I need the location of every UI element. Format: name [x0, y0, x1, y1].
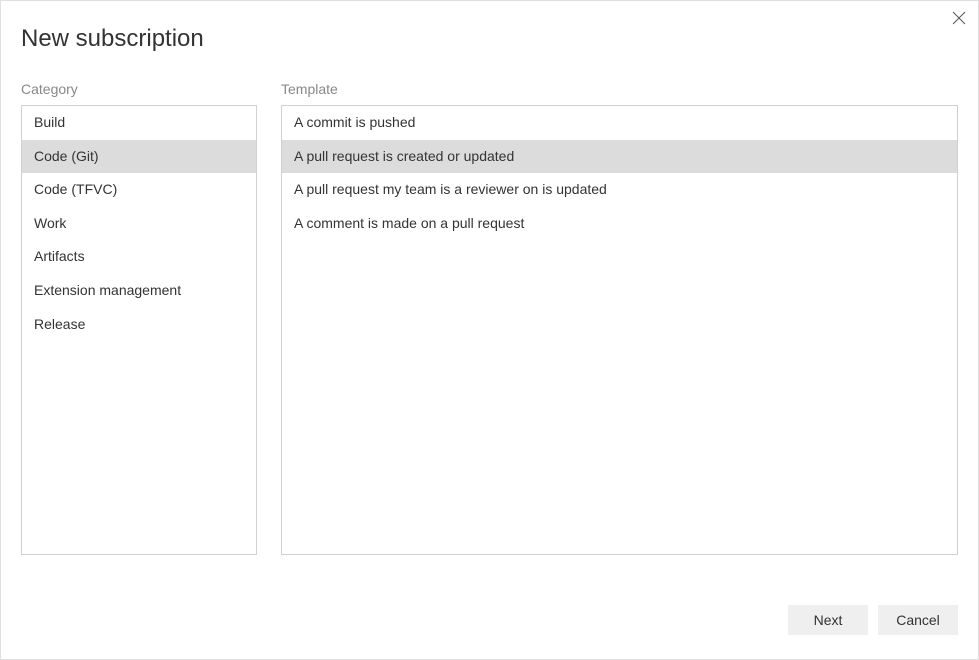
template-column: Template A commit is pushedA pull reques… — [281, 81, 958, 555]
category-item[interactable]: Release — [22, 308, 256, 342]
category-column: Category BuildCode (Git)Code (TFVC)WorkA… — [21, 81, 257, 555]
close-button[interactable] — [949, 8, 969, 28]
category-item[interactable]: Artifacts — [22, 240, 256, 274]
category-item[interactable]: Code (Git) — [22, 140, 256, 174]
columns-container: Category BuildCode (Git)Code (TFVC)WorkA… — [21, 81, 958, 555]
close-icon — [952, 11, 966, 25]
template-item[interactable]: A commit is pushed — [282, 106, 957, 140]
category-list[interactable]: BuildCode (Git)Code (TFVC)WorkArtifactsE… — [21, 105, 257, 555]
category-label: Category — [21, 81, 257, 97]
category-item[interactable]: Extension management — [22, 274, 256, 308]
template-item[interactable]: A pull request my team is a reviewer on … — [282, 173, 957, 207]
next-button[interactable]: Next — [788, 605, 868, 635]
new-subscription-dialog: New subscription Category BuildCode (Git… — [0, 0, 979, 660]
template-list[interactable]: A commit is pushedA pull request is crea… — [281, 105, 958, 555]
dialog-title: New subscription — [21, 25, 958, 53]
category-item[interactable]: Build — [22, 106, 256, 140]
template-item[interactable]: A comment is made on a pull request — [282, 207, 957, 241]
template-item[interactable]: A pull request is created or updated — [282, 140, 957, 174]
category-item[interactable]: Work — [22, 207, 256, 241]
cancel-button[interactable]: Cancel — [878, 605, 958, 635]
dialog-footer: Next Cancel — [21, 605, 958, 639]
category-item[interactable]: Code (TFVC) — [22, 173, 256, 207]
template-label: Template — [281, 81, 958, 97]
